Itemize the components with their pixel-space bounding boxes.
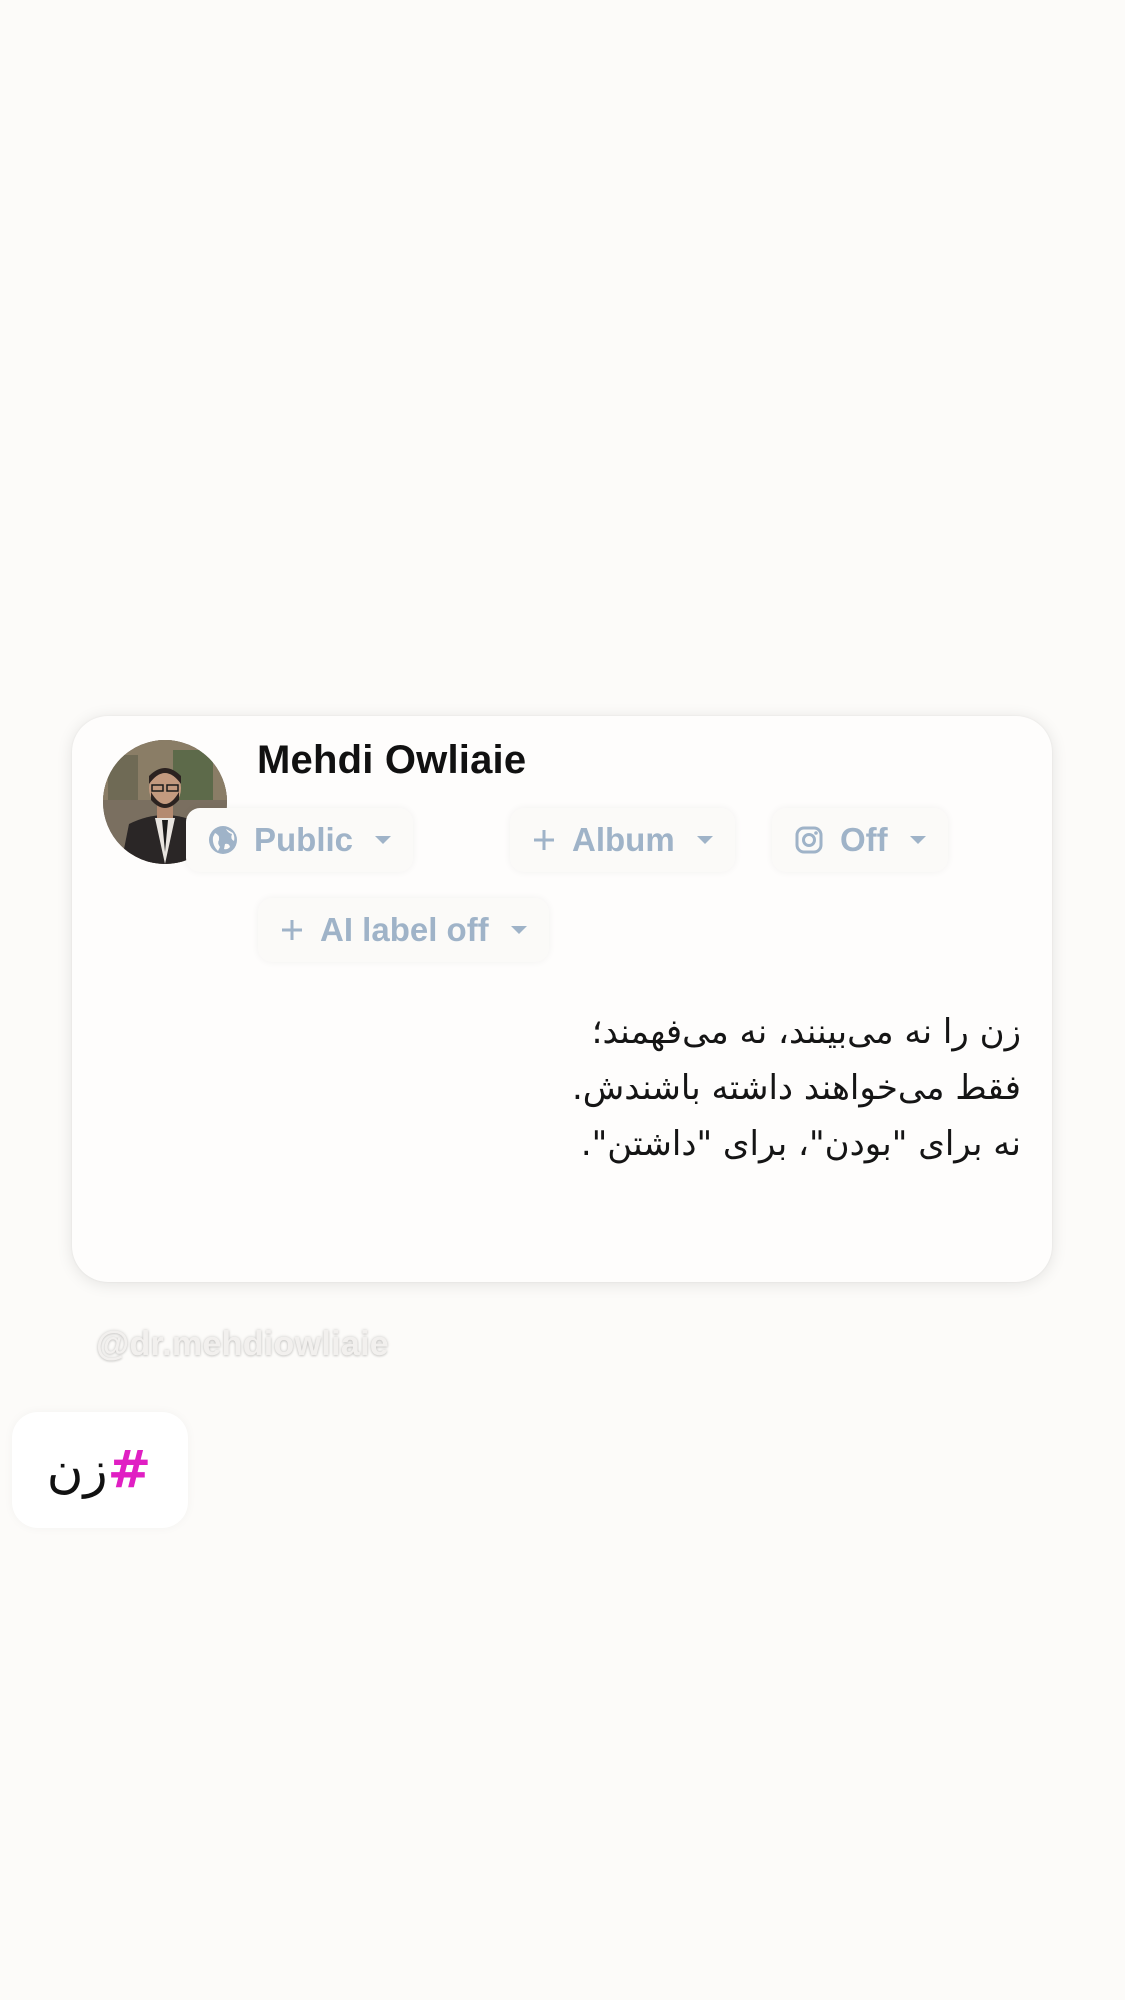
chevron-down-icon xyxy=(908,834,928,846)
plus-icon xyxy=(280,918,304,942)
instagram-label: Off xyxy=(840,821,888,858)
post-line: زن را نه می‌بینند، نه می‌فهمند؛ xyxy=(591,1012,1021,1052)
album-selector[interactable]: Album xyxy=(510,808,735,872)
chevron-down-icon xyxy=(373,834,393,846)
post-text[interactable]: زن را نه می‌بینند، نه می‌فهمند؛ فقط می‌خ… xyxy=(261,1004,1021,1172)
chevron-down-icon xyxy=(509,924,529,936)
chevron-down-icon xyxy=(695,834,715,846)
post-composer-card: Mehdi Owliaie xyxy=(72,716,1052,1282)
audience-selector[interactable]: Public xyxy=(186,808,414,872)
instagram-share-toggle[interactable]: Off xyxy=(772,808,948,872)
hashtag-sticker[interactable]: زن # xyxy=(12,1412,188,1528)
hashtag-symbol: # xyxy=(107,1440,152,1500)
instagram-icon xyxy=(794,825,824,855)
audience-label: Public xyxy=(254,821,354,858)
hashtag-word: زن xyxy=(46,1441,108,1499)
ai-label-text: AI label off xyxy=(320,911,489,948)
plus-icon xyxy=(532,828,556,852)
watermark-handle: @dr.mehdiowliaie xyxy=(96,1325,390,1363)
post-line: فقط می‌خواهند داشته باشندش. xyxy=(571,1068,1021,1108)
post-line: نه برای "بودن"، برای "داشتن". xyxy=(580,1124,1021,1164)
profile-name: Mehdi Owliaie xyxy=(257,738,527,782)
ai-label-selector[interactable]: AI label off xyxy=(258,898,549,962)
album-label: Album xyxy=(572,821,675,858)
globe-icon xyxy=(208,825,238,855)
